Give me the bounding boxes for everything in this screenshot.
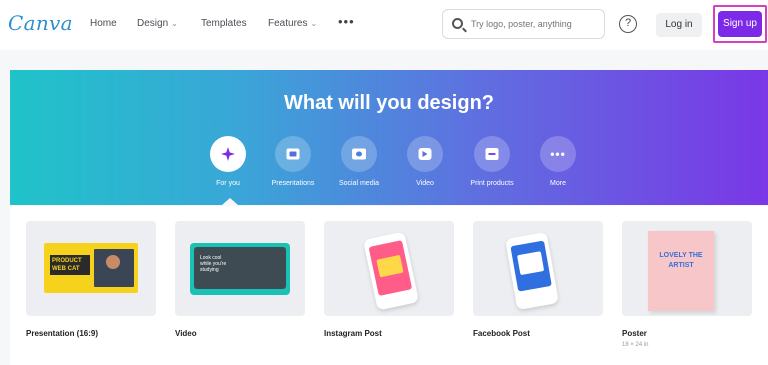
template-card-video[interactable]: Look cool while you're studying Video: [175, 221, 305, 349]
phone-preview: [505, 231, 559, 311]
signup-button[interactable]: Sign up: [718, 11, 762, 37]
preview-text: PRODUCT WEB CAT: [50, 255, 90, 275]
more-icon: •••: [550, 147, 566, 161]
search-box[interactable]: [442, 9, 605, 39]
category-label: More: [550, 180, 566, 187]
template-thumbnail: [473, 221, 603, 316]
search-input[interactable]: [471, 17, 601, 31]
category-bubble: [275, 136, 311, 172]
hero-title: What will you design?: [284, 92, 494, 114]
nav-home[interactable]: Home: [90, 18, 117, 29]
poster-preview: LOVELY THE ARTIST: [648, 231, 714, 311]
video-icon: [418, 148, 432, 160]
category-bubble: [341, 136, 377, 172]
chevron-down-icon: ⌄: [310, 19, 318, 28]
nav-features-label: Features: [268, 18, 308, 29]
category-bubble: •••: [540, 136, 576, 172]
nav-templates-label: Templates: [201, 18, 247, 29]
social-media-icon: [352, 148, 366, 160]
template-row: PRODUCT WEB CAT Presentation (16:9) Look…: [10, 206, 768, 365]
template-thumbnail: Look cool while you're studying: [175, 221, 305, 316]
template-name: Facebook Post: [473, 329, 530, 338]
template-size: 18 × 24 in: [622, 342, 649, 348]
phone-preview: [362, 231, 420, 311]
preview-text: LOVELY THE ARTIST: [659, 252, 703, 269]
phone-screen: [510, 240, 552, 292]
presentation-icon: [286, 148, 300, 160]
template-card-poster[interactable]: LOVELY THE ARTIST Poster 18 × 24 in: [622, 221, 752, 349]
video-preview: Look cool while you're studying: [190, 243, 290, 295]
phone-screen: [368, 240, 413, 297]
presentation-preview: PRODUCT WEB CAT: [44, 243, 138, 293]
help-icon[interactable]: ?: [619, 15, 637, 33]
template-name: Video: [175, 329, 197, 338]
search-icon: [452, 18, 463, 29]
template-card-presentation[interactable]: PRODUCT WEB CAT Presentation (16:9): [26, 221, 156, 349]
template-thumbnail: [324, 221, 454, 316]
signup-highlight: Sign up: [713, 5, 767, 43]
login-button[interactable]: Log in: [656, 13, 702, 37]
category-bubble: [474, 136, 510, 172]
template-card-facebook-post[interactable]: Facebook Post: [473, 221, 603, 349]
preview-person: [106, 255, 120, 269]
chevron-down-icon: ⌄: [171, 19, 178, 28]
hero-banner: What will you design? For you Presentati…: [10, 70, 768, 205]
more-menu-icon[interactable]: •••: [338, 14, 355, 29]
nav-home-label: Home: [90, 18, 117, 29]
nav-features[interactable]: Features ⌄: [268, 18, 317, 29]
category-bubble: [210, 136, 246, 172]
template-thumbnail: PRODUCT WEB CAT: [26, 221, 156, 316]
template-name: Instagram Post: [324, 329, 382, 338]
print-icon: [485, 148, 499, 160]
template-thumbnail: LOVELY THE ARTIST: [622, 221, 752, 316]
canva-logo[interactable]: Canva: [8, 11, 73, 35]
video-preview-inner: Look cool while you're studying: [194, 247, 286, 289]
template-name: Poster: [622, 329, 647, 338]
active-category-pointer: [222, 198, 238, 205]
nav-design[interactable]: Design ⌄: [137, 18, 178, 29]
category-bubble: [407, 136, 443, 172]
top-header: Canva Home Design ⌄ Templates Features ⌄…: [0, 0, 768, 50]
nav-templates[interactable]: Templates: [201, 18, 247, 29]
sparkle-icon: [221, 147, 235, 161]
category-more[interactable]: ••• More: [518, 136, 598, 187]
template-card-instagram-post[interactable]: Instagram Post: [324, 221, 454, 349]
preview-text: Look cool while you're studying: [200, 255, 227, 273]
template-name: Presentation (16:9): [26, 329, 99, 338]
nav-design-label: Design: [137, 18, 169, 29]
